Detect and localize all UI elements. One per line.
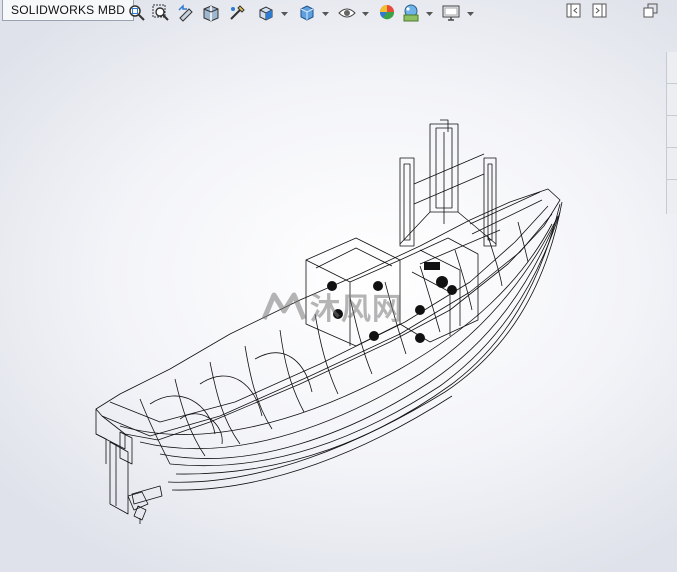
monitor-icon xyxy=(442,5,460,21)
restore-window-button[interactable] xyxy=(643,3,659,24)
view-orientation-button[interactable] xyxy=(255,2,277,24)
watermark-logo-icon xyxy=(262,292,306,320)
dynamic-annotation-button[interactable] xyxy=(226,2,248,24)
apply-scene-button[interactable] xyxy=(400,2,422,24)
section-view-button[interactable] xyxy=(200,2,222,24)
restore-window-icon xyxy=(643,3,658,18)
dynamic-annotation-icon xyxy=(230,5,245,20)
edit-appearance-button[interactable] xyxy=(376,2,398,24)
chevron-down-icon[interactable] xyxy=(467,11,474,17)
display-style-icon xyxy=(300,5,314,21)
chevron-down-icon[interactable] xyxy=(281,11,288,17)
zoom-area-icon xyxy=(152,4,169,21)
section-view-icon xyxy=(203,5,219,22)
zoom-fit-icon xyxy=(129,5,145,21)
chevron-down-icon[interactable] xyxy=(322,11,329,17)
display-style-button[interactable] xyxy=(296,2,318,24)
panel-left-button[interactable] xyxy=(566,3,582,24)
eye-icon xyxy=(338,8,356,18)
chevron-down-icon[interactable] xyxy=(362,11,369,17)
hide-show-items-button[interactable] xyxy=(336,2,358,24)
graphics-area[interactable]: 沐风网 xyxy=(0,24,677,572)
view-orientation-icon xyxy=(259,6,273,21)
scene-icon xyxy=(403,4,419,22)
zoom-to-fit-button[interactable] xyxy=(126,2,148,24)
watermark-text: 沐风网 xyxy=(310,293,403,326)
chevron-down-icon[interactable] xyxy=(426,11,433,17)
tab-solidworks-mbd[interactable]: SOLIDWORKS MBD xyxy=(2,0,135,21)
panel-right-icon xyxy=(592,3,607,18)
previous-view-icon xyxy=(178,4,193,22)
panel-right-button[interactable] xyxy=(592,3,608,24)
appearance-icon xyxy=(379,5,395,20)
zoom-to-area-button[interactable] xyxy=(150,2,172,24)
previous-view-button[interactable] xyxy=(175,2,197,24)
panel-left-icon xyxy=(566,3,581,18)
watermark: 沐风网 xyxy=(262,286,403,326)
view-settings-button[interactable] xyxy=(440,2,462,24)
